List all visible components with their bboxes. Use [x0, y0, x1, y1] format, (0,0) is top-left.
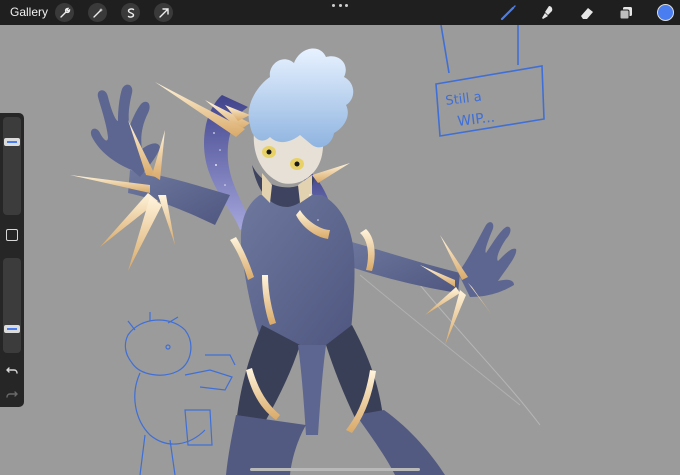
color-picker-button[interactable]: [657, 4, 674, 21]
home-indicator: [250, 468, 420, 471]
brush-tool-button[interactable]: [498, 3, 518, 23]
actions-button[interactable]: [55, 3, 74, 22]
brush-icon: [500, 5, 516, 21]
eraser-icon: [581, 8, 593, 19]
dot-icon: [332, 4, 335, 7]
undo-button[interactable]: [5, 363, 19, 377]
modify-button[interactable]: [6, 229, 18, 241]
sign-text-line1: Still a: [445, 90, 483, 109]
more-options-button[interactable]: [332, 4, 348, 10]
redo-button[interactable]: [5, 387, 19, 401]
undo-icon: [6, 367, 18, 374]
dot-icon: [338, 4, 342, 7]
drawing-canvas[interactable]: Still a WIP...: [0, 25, 680, 475]
artwork: Still a WIP...: [70, 25, 545, 475]
eraser-tool-button[interactable]: [577, 3, 597, 23]
layers-button[interactable]: [616, 3, 636, 23]
magic-wand-icon: [92, 7, 103, 18]
smudge-icon: [542, 6, 553, 19]
redo-icon: [6, 391, 18, 398]
dot-icon: [345, 4, 348, 7]
smudge-tool-button[interactable]: [537, 3, 557, 23]
transform-arrow-icon: [158, 7, 169, 18]
sign-text-line2: WIP...: [457, 110, 496, 130]
transform-button[interactable]: [154, 3, 173, 22]
opacity-slider[interactable]: [3, 258, 21, 353]
selection-button[interactable]: [121, 3, 140, 22]
chibi-sketch: [124, 312, 236, 475]
top-toolbar: Gallery: [0, 0, 680, 25]
brush-size-handle[interactable]: [4, 137, 20, 146]
opacity-handle[interactable]: [4, 324, 20, 333]
gallery-button[interactable]: Gallery: [10, 5, 48, 19]
brush-size-slider[interactable]: [3, 117, 21, 215]
selection-icon: [127, 7, 134, 18]
left-sidebar: [0, 113, 24, 407]
wrench-icon: [59, 7, 70, 18]
layers-icon: [619, 7, 632, 20]
adjustments-button[interactable]: [88, 3, 107, 22]
